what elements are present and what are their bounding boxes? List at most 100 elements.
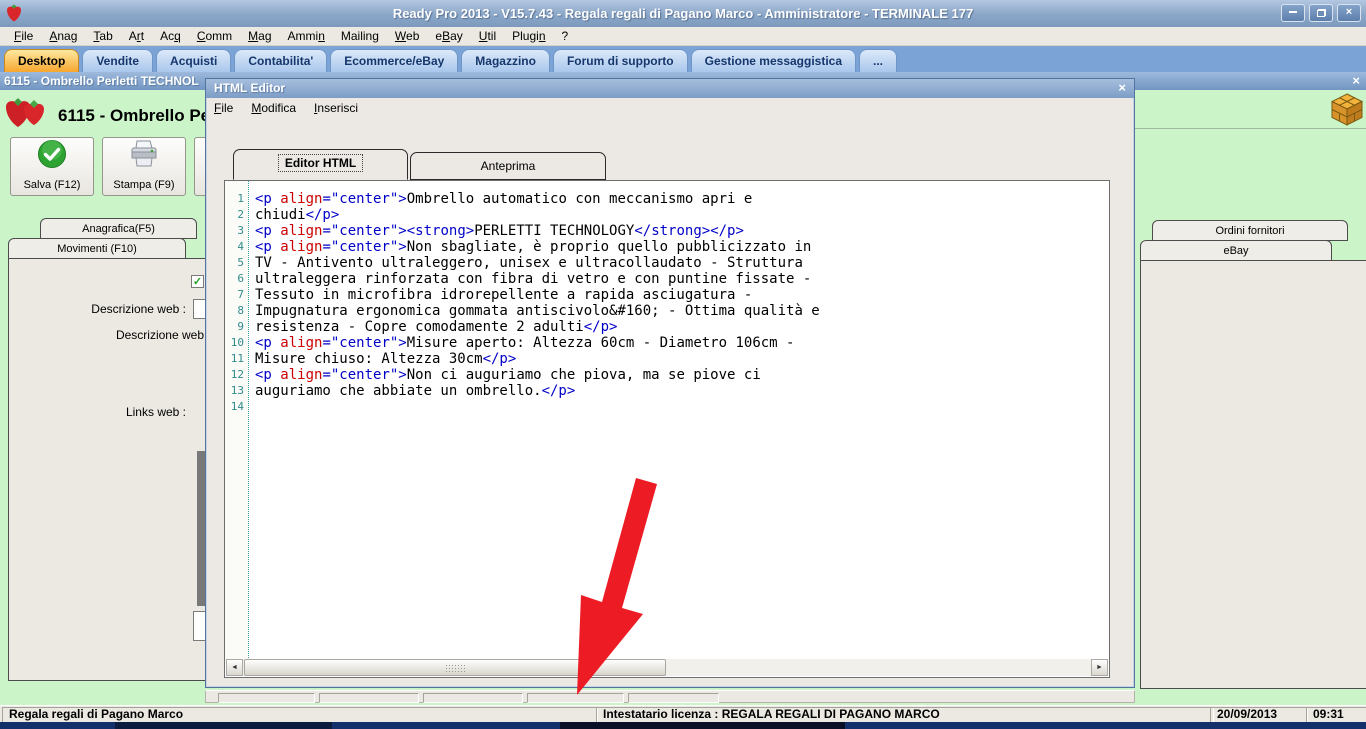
scroll-right-icon[interactable]: ► — [1091, 659, 1108, 676]
descrizione-web-input[interactable] — [193, 299, 205, 319]
menu-item-mag[interactable]: Mag — [240, 29, 279, 43]
code-line-text: <p align="center"><strong>PERLETTI TECHN… — [255, 223, 744, 239]
tab-anagrafica[interactable]: Anagrafica(F5) — [40, 218, 197, 239]
window-title: Ready Pro 2013 - V15.7.43 - Regala regal… — [392, 6, 974, 21]
code-line-text: chiudi</p> — [255, 207, 340, 223]
html-editor-dialog: HTML Editor × File Modifica Inserisci Edit… — [205, 78, 1135, 688]
menu-item-anag[interactable]: Anag — [41, 29, 85, 43]
code-line[interactable]: 4 <p align="center">Non sbagliate, è prop… — [225, 239, 1108, 255]
scrollbar-thumb[interactable] — [244, 659, 666, 676]
status-license: Intestatario licenza : REGALA REGALI DI … — [596, 707, 1214, 723]
main-tab-vendite[interactable]: Vendite — [82, 49, 154, 72]
code-line-text: Tessuto in microfibra idrorepellente a r… — [255, 287, 753, 303]
scroll-left-icon[interactable]: ◄ — [226, 659, 243, 676]
code-line[interactable]: 14 — [225, 399, 1108, 415]
dialog-menu-item-file[interactable]: File — [214, 101, 241, 115]
code-line[interactable]: 10 <p align="center">Misure aperto: Altez… — [225, 335, 1108, 351]
print-button-label: Stampa (F9) — [113, 179, 175, 191]
product-header: 6115 - Ombrello Perl — [4, 94, 205, 137]
dialog-menu-item-inserisci[interactable]: Inserisci — [314, 101, 366, 115]
save-button-label: Salva (F12) — [23, 179, 81, 191]
restore-button[interactable] — [1309, 4, 1333, 22]
links-web-list[interactable] — [193, 611, 205, 641]
line-number: 13 — [230, 384, 244, 397]
code-line[interactable]: 9 resistenza - Copre comodamente 2 adulti… — [225, 319, 1108, 335]
code-line[interactable]: 5 TV - Antivento ultraleggero, unisex e u… — [225, 255, 1108, 271]
menu-item-web[interactable]: Web — [387, 29, 427, 43]
print-button[interactable]: Stampa (F9) — [102, 137, 186, 196]
tab-movimenti[interactable]: Movimenti (F10) — [8, 238, 186, 259]
line-number: 4 — [237, 240, 244, 253]
code-line[interactable]: 6 ultraleggera rinforzata con fibra di ve… — [225, 271, 1108, 287]
web-checkbox[interactable]: ✓ — [191, 275, 204, 288]
menu-item-comm[interactable]: Comm — [189, 29, 240, 43]
status-owner: Regala regali di Pagano Marco — [2, 707, 598, 723]
main-tab-magazzino[interactable]: Magazzino — [461, 49, 550, 72]
dialog-menu-item-modifica[interactable]: Modifica — [251, 101, 304, 115]
minimize-button[interactable] — [1281, 4, 1305, 22]
tab-anteprima[interactable]: Anteprima — [410, 152, 606, 180]
divider-line — [1135, 128, 1366, 129]
code-line[interactable]: 3 <p align="center"><strong>PERLETTI TECH… — [225, 223, 1108, 239]
line-number: 5 — [237, 256, 244, 269]
code-line[interactable]: 11 Misure chiuso: Altezza 30cm</p> — [225, 351, 1108, 367]
menu-item-acq[interactable]: Acq — [152, 29, 189, 43]
code-line[interactable]: 2 chiudi</p> — [225, 207, 1108, 223]
product-heading: 6115 - Ombrello Perl — [58, 105, 205, 125]
main-tab-ecommerce-ebay[interactable]: Ecommerce/eBay — [330, 49, 459, 72]
line-number: 9 — [237, 320, 244, 333]
code-line-text: <p align="center">Ombrello automatico co… — [255, 191, 753, 207]
menu-item-file[interactable]: File — [6, 29, 41, 43]
code-line[interactable]: 13 auguriamo che abbiate un ombrello.</p> — [225, 383, 1108, 399]
menu-item-item[interactable]: ? — [554, 29, 577, 43]
line-number: 11 — [230, 352, 244, 365]
menu-item-ammin[interactable]: Ammin — [280, 29, 333, 43]
dialog-status-segment — [218, 693, 315, 703]
menu-item-mailing[interactable]: Mailing — [333, 29, 387, 43]
dialog-titlebar[interactable]: HTML Editor × — [206, 79, 1134, 98]
main-tab-item[interactable]: ... — [859, 49, 898, 72]
menu-item-art[interactable]: Art — [121, 29, 152, 43]
dialog-close-icon[interactable]: × — [1118, 79, 1126, 97]
menu-item-plugin[interactable]: Plugin — [504, 29, 553, 43]
dialog-status-segment — [423, 693, 523, 703]
menu-bar: File Anag Tab Art Acq Comm Mag Ammin Mailing Web e… — [0, 27, 1366, 46]
menu-item-ebay[interactable]: eBay — [427, 29, 470, 43]
code-line[interactable]: 12 <p align="center">Non ci auguriamo che… — [225, 367, 1108, 383]
ready-pro-window: Ready Pro 2013 - V15.7.43 - Regala regal… — [0, 0, 1366, 729]
tab-editor-html[interactable]: Editor HTML — [233, 149, 408, 180]
code-line[interactable]: 7 Tessuto in microfibra idrorepellente a … — [225, 287, 1108, 303]
menu-item-util[interactable]: Util — [471, 29, 504, 43]
status-bar: Regala regali di Pagano Marco Intestatar… — [0, 705, 1366, 723]
code-line-text: Misure chiuso: Altezza 30cm</p> — [255, 351, 517, 367]
tab-ordini-fornitori[interactable]: Ordini fornitori — [1152, 220, 1348, 241]
code-line[interactable]: 8 Impugnatura ergonomica gommata antisciv… — [225, 303, 1108, 319]
main-tab-desktop[interactable]: Desktop — [4, 49, 80, 72]
workspace: 6115 - Ombrello Perletti TECHNOL × 6115 … — [0, 72, 1366, 705]
main-tab-forum-di-supporto[interactable]: Forum di supporto — [552, 49, 688, 72]
orders-panel: Ordini fornitori eBay — [1135, 90, 1366, 705]
close-button[interactable]: × — [1337, 4, 1361, 22]
tab-ebay[interactable]: eBay — [1140, 240, 1332, 261]
horizontal-scrollbar[interactable]: ◄ ► — [226, 659, 1108, 676]
dialog-menu-bar: File Modifica Inserisci — [206, 98, 1134, 118]
descrizione-web-estesa-label: Descrizione web e — [115, 328, 205, 342]
main-tab-contabilita[interactable]: Contabilita' — [234, 49, 328, 72]
save-button[interactable]: Salva (F12) — [10, 137, 94, 196]
main-tab-gestione-messaggistica[interactable]: Gestione messaggistica — [690, 49, 857, 72]
code-lines[interactable]: 1 <p align="center">Ombrello automatico c… — [225, 191, 1108, 415]
links-scrollbar[interactable] — [197, 451, 205, 606]
line-number: 1 — [237, 192, 244, 205]
inner-window-close-icon[interactable]: × — [1352, 72, 1360, 90]
main-tab-acquisti[interactable]: Acquisti — [156, 49, 232, 72]
code-line-text: Impugnatura ergonomica gommata antiscivo… — [255, 303, 820, 319]
code-line-text: auguriamo che abbiate un ombrello.</p> — [255, 383, 576, 399]
code-line-text: ultraleggera rinforzata con fibra di vet… — [255, 271, 812, 287]
code-line[interactable]: 1 <p align="center">Ombrello automatico c… — [225, 191, 1108, 207]
html-code-editor[interactable]: 1 <p align="center">Ombrello automatico c… — [224, 180, 1110, 678]
partial-button[interactable] — [194, 137, 205, 196]
menu-item-tab[interactable]: Tab — [85, 29, 120, 43]
line-number: 8 — [237, 304, 244, 317]
tab-anteprima-label: Anteprima — [480, 159, 536, 173]
